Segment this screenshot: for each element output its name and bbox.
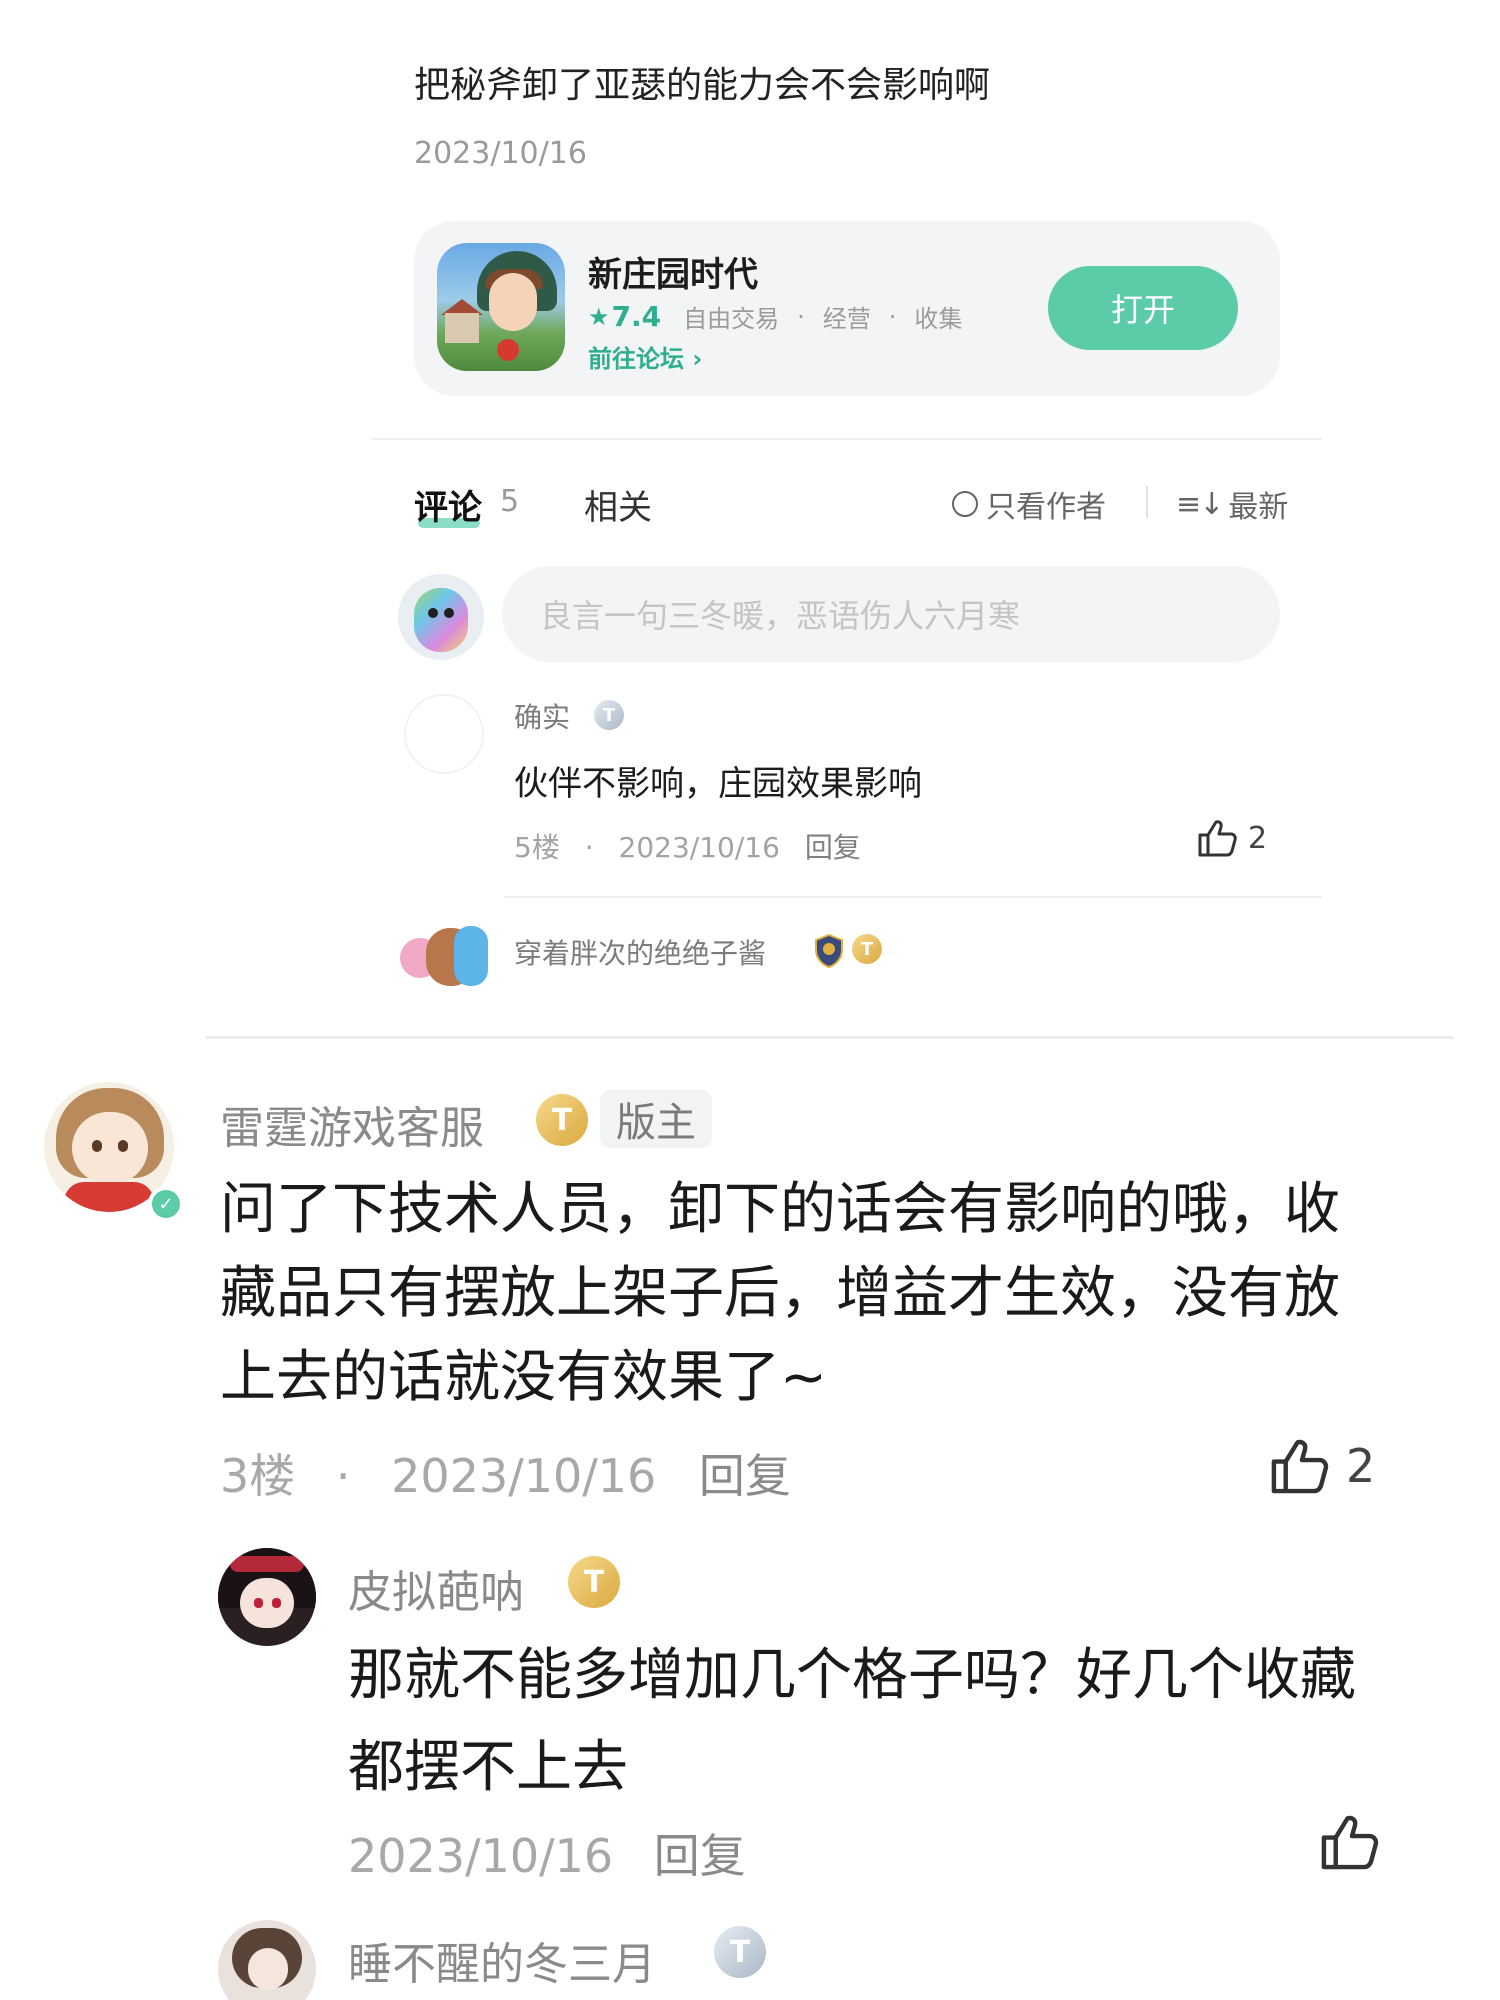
reply-username[interactable]: 皮拟葩呐 <box>348 1556 524 1620</box>
divider <box>372 438 1322 440</box>
thumbs-up-icon <box>1268 1436 1330 1496</box>
comment-meta: 3楼 · 2023/10/16 回复 <box>220 1449 791 1503</box>
divider <box>206 1036 1454 1039</box>
comment-date: 2023/10/16 <box>391 1449 657 1503</box>
divider <box>1146 486 1148 518</box>
like-button[interactable]: 2 <box>1268 1436 1375 1496</box>
shield-icon <box>814 933 844 969</box>
comments-count: 5 <box>500 484 520 519</box>
app-card[interactable]: 新庄园时代 ★ 7.4 自由交易 · 经营 · 收集 前往论坛 › 打开 <box>414 221 1280 396</box>
app-name[interactable]: 新庄园时代 <box>588 247 758 296</box>
app-rating: 7.4 <box>611 300 662 333</box>
post-title: 把秘斧卸了亚瑟的能力会不会影响啊 <box>414 65 991 106</box>
comment-username[interactable]: 穿着胖次的绝绝子酱 <box>514 932 766 972</box>
sort-lines-icon: ≡↓ <box>1176 486 1224 522</box>
comment-input[interactable]: 良言一句三冬暖，恶语伤人六月寒 <box>502 566 1280 662</box>
open-app-button[interactable]: 打开 <box>1048 266 1238 350</box>
sort-label: 最新 <box>1228 490 1289 525</box>
level-badge-icon: T <box>852 934 882 964</box>
forum-link[interactable]: 前往论坛 › <box>588 339 702 374</box>
app-meta-row: ★ 7.4 自由交易 · 经营 · 收集 <box>588 300 963 333</box>
comment-text: 问了下技术人员，卸下的话会有影响的哦，收藏品只有摆放上架子后，增益才生效，没有放… <box>220 1177 1340 1410</box>
comment-username[interactable]: 确实 <box>514 696 570 736</box>
reply-button[interactable]: 回复 <box>699 1449 791 1503</box>
level-badge-icon: T <box>594 700 624 730</box>
reply-meta: 2023/10/16 回复 <box>348 1820 746 1886</box>
thumbs-up-icon <box>1196 818 1238 858</box>
author-only-toggle[interactable]: 只看作者 <box>952 482 1106 526</box>
reply-username[interactable]: 睡不醒的冬三月 <box>348 1928 656 1992</box>
radio-circle-icon <box>952 491 978 517</box>
avatar[interactable] <box>404 694 484 774</box>
reply-text: 那就不能多增加几个格子吗？好几个收藏都摆不上去 <box>348 1643 1356 1800</box>
tab-comments[interactable]: 评论 <box>414 480 482 529</box>
reply-button[interactable]: 回复 <box>654 1829 746 1883</box>
avatar[interactable] <box>218 1920 316 2000</box>
comment-text: 伙伴不影响，庄园效果影响 <box>514 764 922 804</box>
level-badge-icon: T <box>536 1094 588 1146</box>
reply-date: 2023/10/16 <box>348 1829 614 1883</box>
sort-button[interactable]: ≡↓ 最新 <box>1176 482 1288 526</box>
forum-link-label: 前往论坛 <box>588 345 684 373</box>
reply-button[interactable]: 回复 <box>805 831 861 864</box>
like-count: 2 <box>1346 1439 1376 1493</box>
verified-check-icon: ✓ <box>148 1186 184 1222</box>
thumbs-up-icon <box>1321 1815 1379 1870</box>
divider <box>504 896 1322 898</box>
level-badge-icon: T <box>714 1926 766 1978</box>
comment-meta: 5楼 · 2023/10/16 回复 <box>514 831 861 864</box>
app-tag: 经营 <box>822 305 871 333</box>
like-button[interactable]: 2 <box>1196 818 1267 858</box>
like-count: 2 <box>1248 820 1268 856</box>
app-icon[interactable] <box>437 243 565 371</box>
comment-floor: 3楼 <box>220 1449 296 1503</box>
avatar[interactable] <box>398 574 484 660</box>
comment-floor: 5楼 <box>514 831 560 864</box>
like-button[interactable] <box>1318 1812 1380 1872</box>
avatar[interactable] <box>218 1548 316 1646</box>
comment-date: 2023/10/16 <box>618 831 780 864</box>
app-tag: 自由交易 <box>683 305 780 333</box>
comment-username[interactable]: 雷霆游戏客服 <box>220 1092 484 1156</box>
tab-related[interactable]: 相关 <box>584 480 652 529</box>
post-date: 2023/10/16 <box>414 136 587 171</box>
level-badge-icon: T <box>568 1556 620 1608</box>
author-only-label: 只看作者 <box>986 490 1106 525</box>
chevron-right-icon: › <box>692 345 703 373</box>
star-icon: ★ <box>588 302 610 331</box>
moderator-tag: 版主 <box>600 1090 712 1148</box>
app-tag: 收集 <box>914 305 963 333</box>
avatar[interactable] <box>396 918 488 992</box>
